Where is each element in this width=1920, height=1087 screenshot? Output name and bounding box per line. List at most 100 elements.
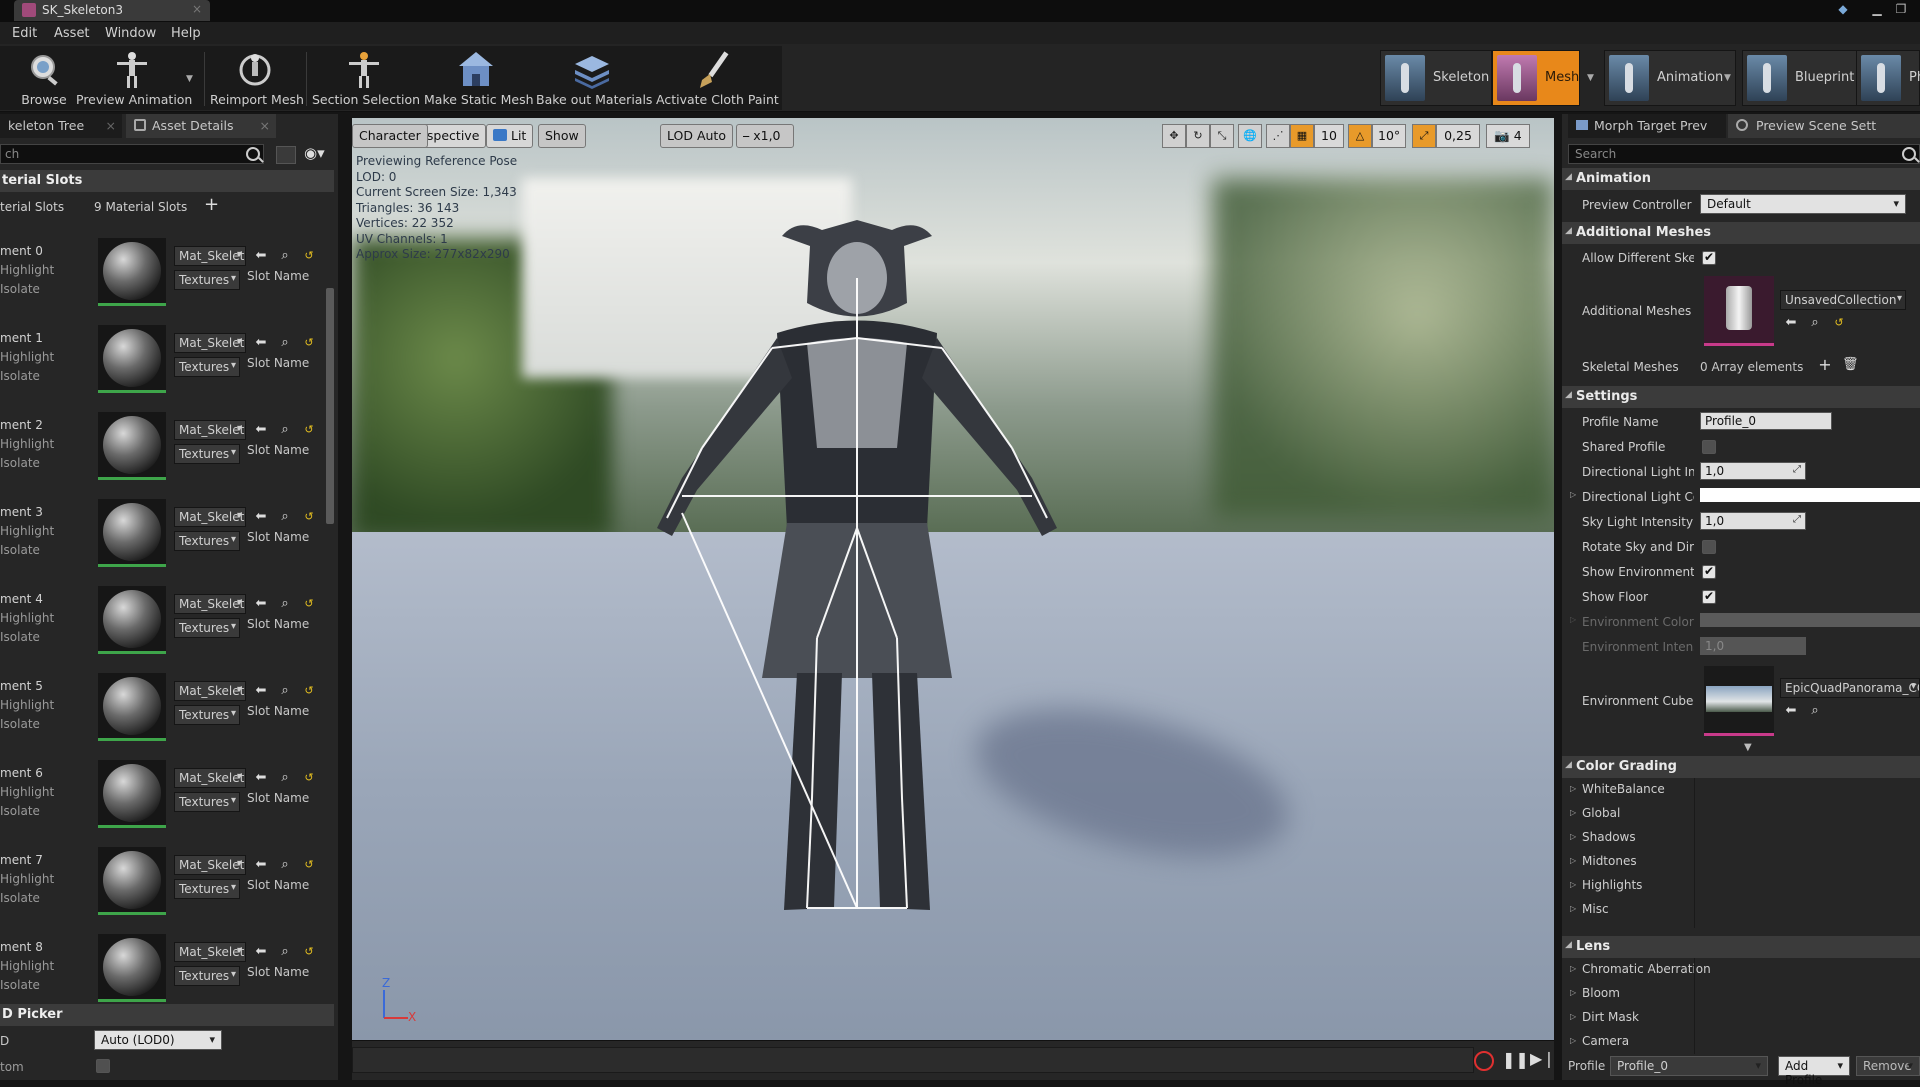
mode-physics-button[interactable]: Ph bbox=[1856, 50, 1920, 106]
isolate-toggle[interactable]: Isolate bbox=[0, 630, 40, 644]
isolate-toggle[interactable]: Isolate bbox=[0, 717, 40, 731]
category-item[interactable]: Chromatic Aberration bbox=[1582, 962, 1711, 976]
additional-meshes-section-header[interactable]: Additional Meshes bbox=[1562, 222, 1920, 244]
close-tab-icon[interactable]: × bbox=[106, 118, 116, 133]
remove-profile-button[interactable]: Remove P bbox=[1856, 1056, 1920, 1076]
activate-cloth-paint-button[interactable]: Activate Cloth Paint bbox=[656, 46, 779, 110]
pause-icon[interactable]: ❚❚ bbox=[1502, 1050, 1529, 1069]
textures-dropdown[interactable]: Textures bbox=[174, 705, 240, 725]
material-picker[interactable]: Mat_Skelet bbox=[174, 333, 246, 353]
category-item[interactable]: Bloom bbox=[1582, 986, 1620, 1000]
mesh-mode-dropdown-icon[interactable]: ▼ bbox=[1587, 73, 1594, 83]
tab-morph-target-preview[interactable]: Morph Target Prev bbox=[1568, 114, 1726, 138]
expand-arrow-icon[interactable]: ▷ bbox=[1570, 1036, 1576, 1045]
use-selected-arrow-icon[interactable]: ⬅ bbox=[254, 858, 268, 872]
grid-snap-icon[interactable]: ▦ bbox=[1290, 124, 1314, 148]
category-item[interactable]: Dirt Mask bbox=[1582, 1010, 1639, 1024]
lod-dropdown[interactable]: Auto (LOD0) bbox=[94, 1030, 222, 1050]
expand-arrow-icon[interactable]: ▷ bbox=[1570, 615, 1576, 624]
profile-name-input[interactable]: Profile_0 bbox=[1700, 412, 1832, 430]
expand-arrow-icon[interactable]: ▷ bbox=[1570, 856, 1576, 865]
preview-controller-dropdown[interactable]: Default bbox=[1700, 194, 1906, 214]
highlight-toggle[interactable]: Highlight bbox=[0, 698, 54, 712]
use-selected-arrow-icon[interactable]: ⬅ bbox=[254, 597, 268, 611]
browse-asset-icon[interactable]: ⌕ bbox=[278, 423, 292, 437]
show-button[interactable]: Show bbox=[538, 124, 586, 148]
animation-mode-dropdown-icon[interactable]: ▼ bbox=[1724, 73, 1731, 83]
use-selected-arrow-icon[interactable]: ⬅ bbox=[254, 249, 268, 263]
material-thumbnail[interactable] bbox=[98, 673, 166, 741]
expand-arrow-icon[interactable]: ▷ bbox=[1570, 832, 1576, 841]
timeline-scrubber[interactable] bbox=[352, 1047, 1474, 1073]
isolate-toggle[interactable]: Isolate bbox=[0, 891, 40, 905]
record-icon[interactable] bbox=[1474, 1051, 1494, 1071]
add-element-icon[interactable]: + bbox=[1818, 357, 1832, 373]
expand-arrow-icon[interactable]: ▷ bbox=[1570, 880, 1576, 889]
menu-window[interactable]: Window bbox=[105, 26, 156, 41]
environment-intensity-input[interactable]: 1,0 bbox=[1700, 637, 1806, 655]
delete-elements-icon[interactable]: 🗑 bbox=[1842, 358, 1859, 372]
tab-preview-scene-settings[interactable]: Preview Scene Sett bbox=[1728, 114, 1920, 138]
reset-to-default-icon[interactable]: ↺ bbox=[302, 510, 316, 524]
isolate-toggle[interactable]: Isolate bbox=[0, 456, 40, 470]
preview-animation-dropdown-icon[interactable]: ▼ bbox=[186, 74, 193, 84]
skeletal-mesh-character[interactable] bbox=[352, 118, 1554, 1040]
use-selected-arrow-icon[interactable]: ⬅ bbox=[254, 423, 268, 437]
material-picker[interactable]: Mat_Skelet bbox=[174, 594, 246, 614]
browse-asset-icon[interactable]: ⌕ bbox=[278, 249, 292, 263]
highlight-toggle[interactable]: Highlight bbox=[0, 872, 54, 886]
view-options-list-icon[interactable] bbox=[276, 146, 296, 164]
character-button[interactable]: Character bbox=[352, 124, 428, 148]
menu-help[interactable]: Help bbox=[171, 26, 201, 41]
use-selected-arrow-icon[interactable]: ⬅ bbox=[254, 510, 268, 524]
highlight-toggle[interactable]: Highlight bbox=[0, 263, 54, 277]
reset-to-default-icon[interactable]: ↺ bbox=[302, 771, 316, 785]
isolate-toggle[interactable]: Isolate bbox=[0, 804, 40, 818]
rotate-tool-icon[interactable]: ↻ bbox=[1186, 124, 1210, 148]
menu-edit[interactable]: Edit bbox=[12, 26, 37, 41]
category-item[interactable]: Midtones bbox=[1582, 854, 1637, 868]
scene-settings-search-input[interactable]: Search bbox=[1568, 144, 1920, 164]
isolate-toggle[interactable]: Isolate bbox=[0, 282, 40, 296]
rotation-snap-icon[interactable]: △ bbox=[1348, 124, 1372, 148]
tab-asset-details[interactable]: Asset Details × bbox=[126, 114, 276, 138]
lens-section-header[interactable]: Lens bbox=[1562, 936, 1920, 958]
use-selected-arrow-icon[interactable]: ⬅ bbox=[254, 336, 268, 350]
isolate-toggle[interactable]: Isolate bbox=[0, 978, 40, 992]
document-tab[interactable]: SK_Skeleton3 × bbox=[14, 0, 210, 21]
textures-dropdown[interactable]: Textures bbox=[174, 618, 240, 638]
reset-to-default-icon[interactable]: ↺ bbox=[302, 336, 316, 350]
use-selected-arrow-icon[interactable]: ⬅ bbox=[254, 945, 268, 959]
expand-arrow-icon[interactable]: ▷ bbox=[1570, 1012, 1576, 1021]
highlight-toggle[interactable]: Highlight bbox=[0, 437, 54, 451]
spin-handle-icon[interactable]: ⤢ bbox=[1793, 464, 1801, 475]
lod-auto-button[interactable]: LOD Auto bbox=[660, 124, 733, 148]
isolate-toggle[interactable]: Isolate bbox=[0, 369, 40, 383]
search-icon[interactable] bbox=[1902, 147, 1916, 161]
left-panel-scrollbar[interactable] bbox=[326, 288, 334, 524]
close-tab-icon[interactable]: × bbox=[192, 2, 202, 16]
minimize-icon[interactable]: ▁ bbox=[1868, 2, 1886, 18]
material-picker[interactable]: Mat_Skelet bbox=[174, 942, 246, 962]
material-picker[interactable]: Mat_Skelet bbox=[174, 420, 246, 440]
browse-asset-icon[interactable]: ⌕ bbox=[1808, 704, 1822, 718]
highlight-toggle[interactable]: Highlight bbox=[0, 959, 54, 973]
menu-asset[interactable]: Asset bbox=[54, 26, 90, 41]
textures-dropdown[interactable]: Textures bbox=[174, 531, 240, 551]
textures-dropdown[interactable]: Textures bbox=[174, 879, 240, 899]
directional-light-intensity-input[interactable]: 1,0 ⤢ bbox=[1700, 462, 1806, 480]
browse-asset-icon[interactable]: ⌕ bbox=[278, 510, 292, 524]
material-thumbnail[interactable] bbox=[98, 238, 166, 306]
lod-picker-header[interactable]: D Picker bbox=[0, 1004, 334, 1026]
material-thumbnail[interactable] bbox=[98, 586, 166, 654]
settings-section-header[interactable]: Settings bbox=[1562, 386, 1920, 408]
environment-color-swatch[interactable] bbox=[1700, 613, 1920, 627]
material-picker[interactable]: Mat_Skelet bbox=[174, 681, 246, 701]
camera-speed-button[interactable]: 📷 4 bbox=[1486, 124, 1530, 148]
reset-to-default-icon[interactable]: ↺ bbox=[302, 858, 316, 872]
mode-animation-button[interactable]: Animation bbox=[1604, 50, 1736, 106]
rotate-sky-checkbox[interactable] bbox=[1702, 540, 1716, 554]
use-selected-arrow-icon[interactable]: ⬅ bbox=[254, 771, 268, 785]
bake-out-materials-button[interactable]: Bake out Materials bbox=[536, 46, 652, 110]
expand-arrow-icon[interactable]: ▷ bbox=[1570, 988, 1576, 997]
